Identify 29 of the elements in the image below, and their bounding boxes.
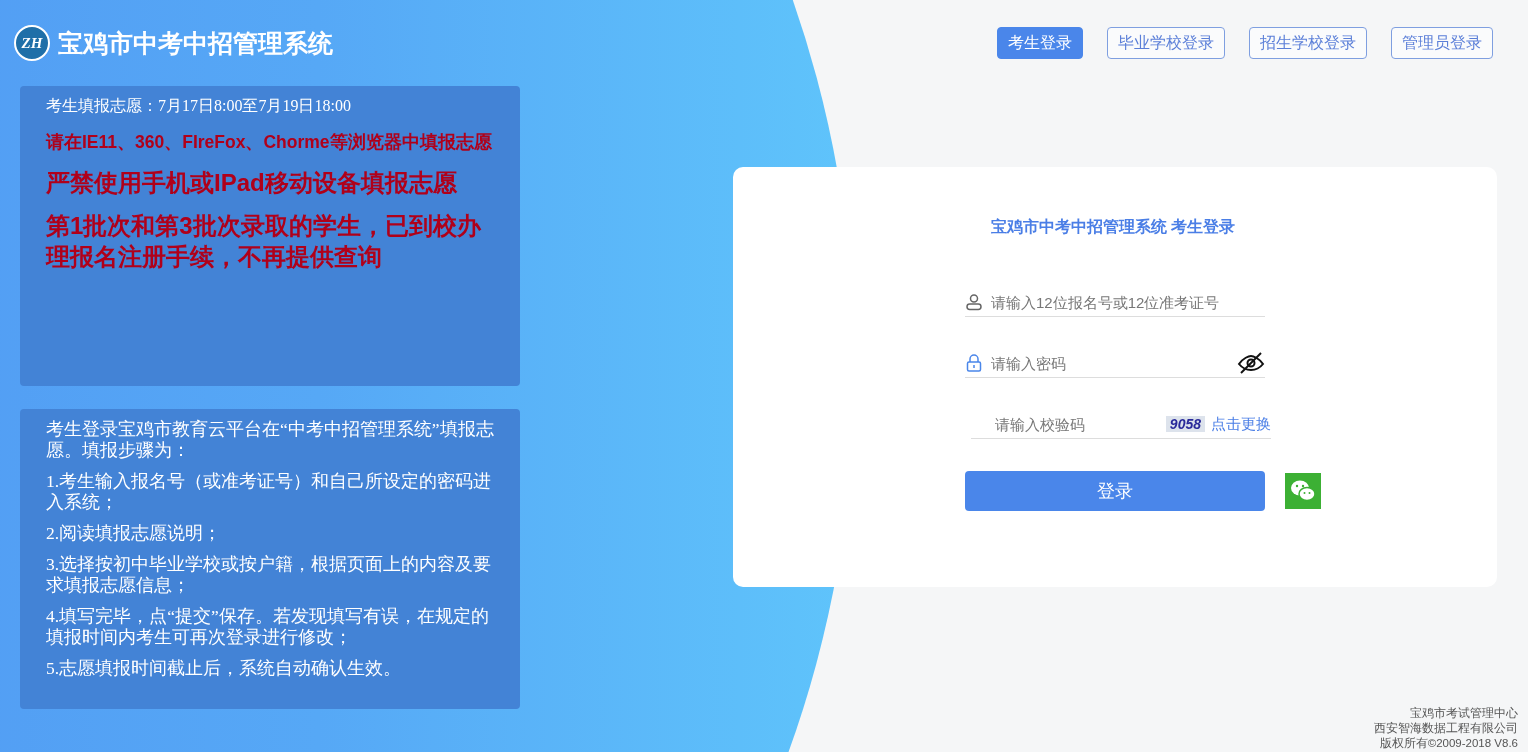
instruction-text: 4.填写完毕，点“提交”保存。若发现填写有误，在规定的填报时间内考生可再次登录进行修改； — [46, 606, 490, 648]
user-icon — [965, 293, 983, 311]
login-tab[interactable]: 招生学校登录 — [1249, 27, 1367, 59]
login-button[interactable]: 登录 — [965, 471, 1265, 511]
footer-text: 版权所有©2009-2018 V8.6 — [1379, 736, 1518, 751]
footer-text: 宝鸡市考试管理中心 — [1410, 706, 1518, 721]
eye-slash-icon[interactable] — [1237, 352, 1265, 374]
instruction-text: 3.选择按初中毕业学校或按户籍，根据页面上的内容及要求填报志愿信息； — [46, 554, 493, 596]
login-title: 宝鸡市中考中招管理系统 考生登录 — [991, 217, 1237, 237]
warning-text: 请在IE11、360、FIreFox、Chorme等浏览器中填报志愿 — [46, 131, 493, 153]
warning-text: 第1批次和第3批次录取的学生，已到校办理报名注册手续，不再提供查询 — [46, 211, 482, 272]
wechat-icon[interactable] — [1285, 473, 1321, 509]
login-tab[interactable]: 毕业学校登录 — [1107, 27, 1225, 59]
instruction-text: 1.考生输入报名号（或准考证号）和自己所设定的密码进入系统； — [46, 471, 493, 513]
warning-text: 严禁使用手机或IPad移动设备填报志愿 — [46, 168, 458, 198]
captcha-image[interactable]: 9058 — [1165, 416, 1205, 432]
footer-text: 西安智海数据工程有限公司 — [1374, 721, 1518, 736]
notice-text: 考生填报志愿：7月17日8:00至7月19日18:00 — [46, 96, 352, 116]
login-tab[interactable]: 管理员登录 — [1391, 27, 1493, 59]
system-title: 宝鸡市中考中招管理系统 — [58, 27, 333, 59]
login-tab[interactable]: 考生登录 — [997, 27, 1083, 59]
instruction-text: 2.阅读填报志愿说明； — [46, 523, 223, 544]
password-field[interactable]: 请输入密码 — [989, 353, 1231, 373]
lock-icon — [965, 354, 983, 372]
instruction-text: 考生登录宝鸡市教育云平台在“中考中招管理系统”填报志愿。填报步骤为： — [46, 419, 495, 461]
captcha-field[interactable]: 请输入校验码 — [971, 414, 1160, 434]
refresh-link[interactable]: 点击更换 — [1211, 414, 1271, 434]
instruction-text: 5.志愿填报时间截止后，系统自动确认生效。 — [46, 658, 403, 679]
username-field[interactable]: 请输入12位报名号或12位准考证号 — [989, 292, 1265, 312]
